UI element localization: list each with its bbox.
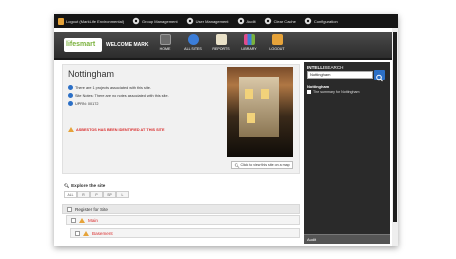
- window-light: [261, 89, 269, 99]
- explore-tabs: ALL R P SP L: [64, 191, 129, 198]
- main-content: Nottingham There are 1 projects associat…: [62, 64, 300, 244]
- gear-icon: [237, 17, 244, 25]
- window-light: [247, 113, 255, 123]
- library-icon: [243, 34, 255, 45]
- gear-icon: [264, 17, 271, 25]
- clear-cache-link[interactable]: Clear Cache: [264, 17, 296, 25]
- search-input[interactable]: Nottingham: [307, 71, 373, 79]
- projects-info: There are 1 projects associated with thi…: [68, 85, 151, 90]
- site-photo: [227, 67, 293, 157]
- nav-reports-label: REPORTS: [212, 47, 230, 51]
- app-header: lifesmart WELCOME MARK HOME ALL SITES RE…: [54, 32, 398, 60]
- list-item-label: Main: [88, 217, 98, 223]
- lifesmart-logo[interactable]: lifesmart: [64, 38, 102, 52]
- scrollbar[interactable]: [392, 28, 398, 246]
- info-icon: [68, 85, 73, 90]
- configuration-label: Configuration: [313, 18, 338, 24]
- gear-icon: [304, 17, 312, 25]
- logout-link[interactable]: Logout (MarkLife Environmental): [58, 17, 125, 25]
- site-overview-panel: Nottingham There are 1 projects associat…: [62, 64, 300, 174]
- view-on-map-button[interactable]: 🔍︎ Click to view this site on a map: [231, 161, 293, 169]
- expand-icon: [75, 230, 80, 236]
- search-icon: 🔍︎: [64, 183, 70, 188]
- notes-info: Site Notes: There are no notes associate…: [68, 93, 169, 98]
- list-item[interactable]: Main: [66, 215, 300, 225]
- nav-logout-label: LOGOUT: [269, 47, 285, 51]
- audit-label: Audit: [246, 18, 256, 24]
- nav-all-sites[interactable]: ALL SITES: [182, 34, 204, 51]
- list-item[interactable]: Basement: [70, 228, 300, 238]
- group-management-link[interactable]: Group Management: [132, 17, 178, 25]
- uprn-text: UPRN: 00172: [75, 101, 99, 106]
- reports-icon: [215, 34, 227, 45]
- search-result-title[interactable]: Nottingham: [307, 84, 329, 89]
- asbestos-warning-text: ASBESTOS HAS BEEN IDENTIFIED AT THIS SIT…: [76, 127, 165, 132]
- list-item-label: Basement: [92, 230, 113, 236]
- audit-link[interactable]: Audit: [237, 17, 256, 25]
- nav-home[interactable]: HOME: [154, 34, 176, 51]
- info-icon: [68, 101, 73, 106]
- projects-text: There are 1 projects associated with thi…: [75, 85, 151, 90]
- search-icon: [376, 74, 383, 82]
- logout-link-label: Logout (MarkLife Environmental): [66, 18, 125, 24]
- nav-library-label: LIBRARY: [241, 47, 257, 51]
- register-row[interactable]: Register for Site: [62, 204, 300, 214]
- clear-cache-label: Clear Cache: [273, 18, 296, 24]
- page-title: Nottingham: [68, 69, 115, 79]
- view-on-map-label: Click to view this site on a map: [240, 163, 290, 167]
- tab-all[interactable]: ALL: [64, 191, 77, 198]
- nav-reports[interactable]: REPORTS: [210, 34, 232, 51]
- nav-logout[interactable]: LOGOUT: [266, 34, 288, 51]
- tab-p[interactable]: P: [90, 191, 103, 198]
- search-icon: 🔍︎: [234, 162, 240, 168]
- expand-icon: [67, 206, 72, 212]
- nav-home-label: HOME: [159, 47, 171, 51]
- lock-icon: [271, 34, 283, 45]
- sidebar-title-a: INTELLI: [307, 65, 325, 70]
- user-management-link[interactable]: User Management: [186, 17, 229, 25]
- search-result-summary-text: The summary for Nottingham: [313, 90, 360, 94]
- expand-icon: [71, 217, 76, 223]
- top-admin-bar: Logout (MarkLife Environmental) Group Ma…: [54, 14, 398, 28]
- sidebar-title: INTELLISEARCH: [307, 65, 344, 70]
- search-result-summary[interactable]: The summary for Nottingham: [307, 90, 360, 94]
- warning-icon: [68, 127, 74, 132]
- user-management-label: User Management: [195, 18, 229, 24]
- asbestos-warning: ASBESTOS HAS BEEN IDENTIFIED AT THIS SIT…: [68, 127, 165, 132]
- uprn-info: UPRN: 00172: [68, 101, 98, 106]
- home-icon: [159, 34, 171, 45]
- tab-l[interactable]: L: [116, 191, 129, 198]
- logo-part-b: smart: [76, 41, 96, 48]
- gear-icon: [132, 17, 140, 25]
- main-nav: HOME ALL SITES REPORTS LIBRARY LOGOUT: [154, 34, 288, 51]
- explore-title: 🔍︎ Explore the site: [64, 183, 105, 188]
- nav-library[interactable]: LIBRARY: [238, 34, 260, 51]
- tab-r[interactable]: R: [77, 191, 90, 198]
- audit-panel-header[interactable]: Audit: [304, 234, 390, 244]
- info-icon: [68, 93, 73, 98]
- welcome-text: WELCOME MARK: [106, 42, 149, 48]
- gear-icon: [186, 17, 193, 25]
- explore-title-text: Explore the site: [71, 183, 106, 188]
- window-light: [245, 89, 253, 99]
- sidebar-title-b: SEARCH: [324, 65, 344, 70]
- configuration-link[interactable]: Configuration: [304, 17, 338, 25]
- register-label: Register for Site: [75, 206, 108, 212]
- lock-icon: [58, 17, 64, 25]
- globe-icon: [187, 34, 199, 45]
- logo-part-a: life: [66, 41, 77, 48]
- notes-text: Site Notes: There are no notes associate…: [75, 93, 169, 98]
- warning-icon: [83, 230, 89, 236]
- building-gable: [239, 77, 279, 137]
- search-button[interactable]: [374, 70, 385, 82]
- explore-section: 🔍︎ Explore the site ALL R P SP L Registe…: [62, 180, 300, 244]
- scrollbar-thumb[interactable]: [393, 32, 397, 222]
- browser-window: Logout (MarkLife Environmental) Group Ma…: [54, 14, 398, 246]
- intellisearch-sidebar: INTELLISEARCH Nottingham Nottingham The …: [304, 62, 390, 244]
- nav-all-sites-label: ALL SITES: [184, 47, 202, 51]
- warning-icon: [79, 217, 85, 223]
- tab-sp[interactable]: SP: [103, 191, 116, 198]
- group-management-label: Group Management: [142, 18, 178, 24]
- document-icon: [307, 90, 311, 94]
